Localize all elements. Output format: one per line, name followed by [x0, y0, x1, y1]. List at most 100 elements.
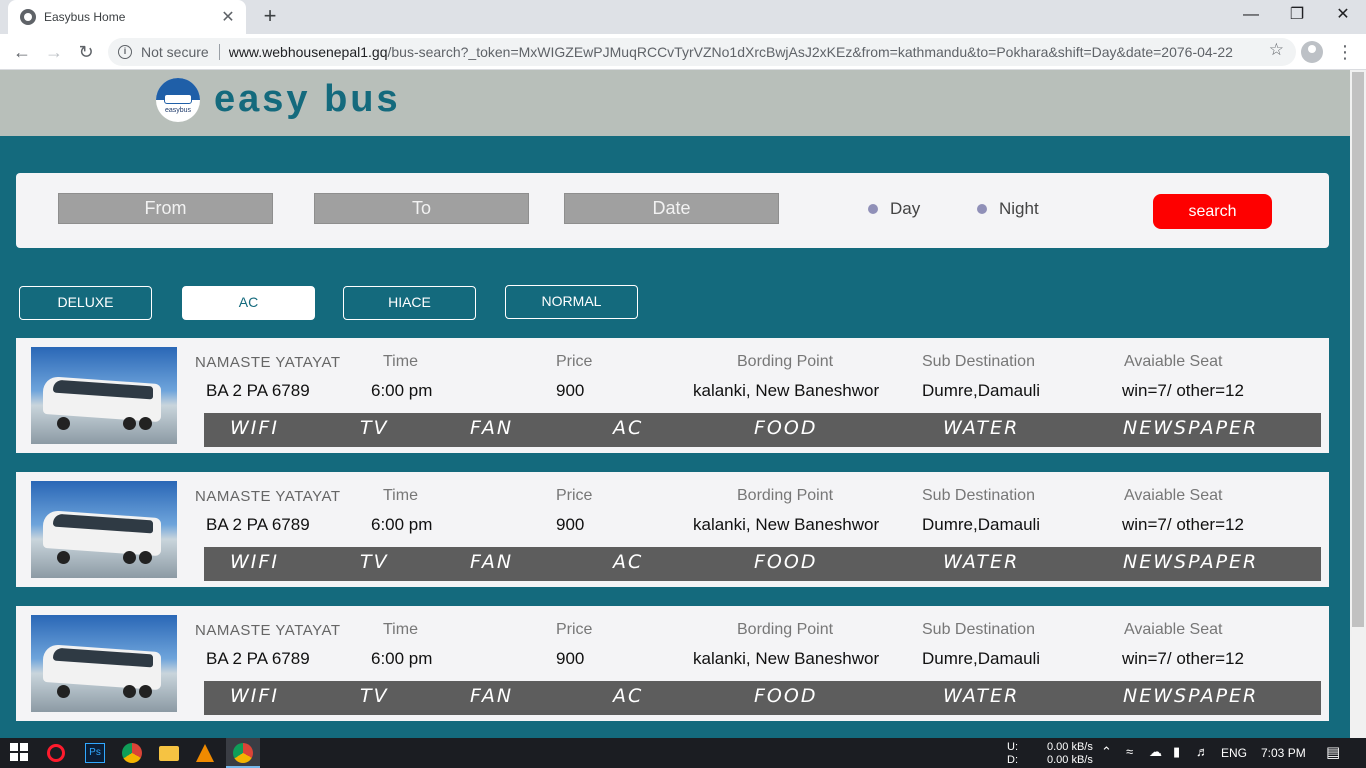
night-radio-dot[interactable] — [977, 204, 987, 214]
day-radio-dot[interactable] — [868, 204, 878, 214]
search-button[interactable]: search — [1153, 194, 1272, 229]
vlc-icon[interactable] — [196, 744, 214, 762]
amenity-food: FOOD — [754, 551, 818, 573]
page-scrollbar[interactable] — [1350, 70, 1366, 738]
logo-bus-icon — [164, 94, 192, 104]
restore-button[interactable]: ❐ — [1274, 0, 1320, 32]
back-arrow-icon[interactable]: ← — [10, 40, 34, 64]
browser-toolbar: ← → ↻ i Not secure www.webhousenepal1.gq… — [0, 34, 1366, 70]
day-radio[interactable]: Day — [868, 199, 920, 219]
brand-name[interactable]: easy bus — [214, 78, 401, 121]
easybus-logo[interactable]: easybus — [156, 78, 200, 122]
bus-wheel — [57, 417, 70, 430]
opera-icon[interactable] — [47, 744, 65, 762]
amenity-ac: AC — [613, 685, 644, 707]
chrome-active-icon — [233, 743, 253, 763]
amenity-tv: TV — [360, 417, 389, 439]
departure-time: 6:00 pm — [371, 649, 433, 668]
sub-destination-header: Sub Destination — [922, 353, 1035, 370]
address-bar[interactable]: i Not secure www.webhousenepal1.gq/bus-s… — [108, 38, 1296, 66]
bus-photo[interactable] — [31, 481, 177, 578]
departure-time: 6:00 pm — [371, 515, 433, 534]
seats-header: Avaiable Seat — [1124, 353, 1223, 370]
night-radio[interactable]: Night — [977, 199, 1039, 219]
wifi-icon[interactable]: ≈ — [1126, 744, 1133, 759]
onedrive-icon[interactable]: ☁ — [1149, 744, 1162, 760]
bus-wheel — [57, 685, 70, 698]
bus-photo[interactable] — [31, 347, 177, 444]
filter-deluxe-button[interactable]: DELUXE — [19, 286, 152, 320]
profile-avatar-icon[interactable] — [1301, 41, 1323, 63]
chrome-active-window[interactable] — [226, 738, 260, 768]
bus-result-card[interactable]: NAMASTE YATAYAT Time Price Bording Point Sub… — [16, 472, 1329, 587]
windows-start-icon[interactable] — [10, 743, 30, 763]
security-label: Not secure — [141, 44, 209, 60]
new-tab-button[interactable]: + — [258, 4, 282, 28]
tab-easybus-home[interactable]: Easybus Home ✕ — [8, 0, 246, 34]
bus-operator: NAMASTE YATAYAT — [195, 488, 341, 505]
filter-ac-button[interactable]: AC — [182, 286, 315, 320]
boarding-header: Bording Point — [737, 353, 834, 370]
price-header: Price — [556, 487, 593, 504]
action-center-icon[interactable]: ▤ — [1326, 743, 1340, 761]
filter-normal-button[interactable]: NORMAL — [505, 285, 638, 319]
battery-icon[interactable]: ▮ — [1173, 744, 1180, 760]
language-indicator[interactable]: ENG — [1221, 746, 1247, 760]
tab-title: Easybus Home — [44, 10, 126, 24]
seats-header: Avaiable Seat — [1124, 621, 1223, 638]
bus-result-card[interactable]: NAMASTE YATAYAT Time Price Bording Point Sub… — [16, 338, 1329, 453]
system-clock[interactable]: 7:03 PM — [1261, 746, 1306, 760]
seats-header: Avaiable Seat — [1124, 487, 1223, 504]
bus-wheel — [139, 685, 152, 698]
close-window-button[interactable]: ✕ — [1320, 0, 1366, 32]
download-speed: 0.00 kB/s — [1047, 754, 1093, 766]
bookmark-star-icon[interactable]: ☆ — [1269, 40, 1284, 60]
kebab-menu-icon[interactable]: ⋮ — [1336, 41, 1354, 63]
filter-hiace-button[interactable]: HIACE — [343, 286, 476, 320]
photoshop-icon[interactable]: Ps — [85, 743, 105, 763]
scrollbar-thumb[interactable] — [1352, 72, 1364, 627]
bus-photo[interactable] — [31, 615, 177, 712]
page-viewport: easybus easy bus From To Date Day Night … — [0, 70, 1350, 738]
date-input[interactable]: Date — [564, 193, 779, 224]
amenity-ac: AC — [613, 551, 644, 573]
amenity-food: FOOD — [754, 417, 818, 439]
time-header: Time — [383, 353, 418, 370]
boarding-header: Bording Point — [737, 621, 834, 638]
day-label: Day — [890, 199, 921, 218]
url-path: /bus-search?_token=MxWIGZEwPJMuqRCCvTyrV… — [387, 44, 1233, 60]
bus-wheel — [139, 551, 152, 564]
tab-close-icon[interactable]: ✕ — [220, 7, 236, 27]
ticket-price: 900 — [556, 381, 585, 400]
amenity-newspaper: NEWSPAPER — [1123, 685, 1259, 707]
amenity-fan: FAN — [470, 551, 514, 573]
upload-speed: 0.00 kB/s — [1047, 741, 1093, 753]
chrome-icon[interactable] — [122, 743, 142, 763]
boarding-header: Bording Point — [737, 487, 834, 504]
bus-wheel — [123, 417, 136, 430]
bus-operator: NAMASTE YATAYAT — [195, 622, 341, 639]
price-header: Price — [556, 353, 593, 370]
time-header: Time — [383, 621, 418, 638]
sub-destination: Dumre,Damauli — [922, 649, 1041, 668]
info-icon[interactable]: i — [118, 45, 132, 59]
url-text[interactable]: www.webhousenepal1.gq/bus-search?_token=… — [229, 44, 1233, 60]
file-explorer-icon[interactable] — [159, 746, 179, 761]
tray-chevron-up-icon[interactable]: ⌃ — [1101, 744, 1112, 760]
from-input[interactable]: From — [58, 193, 273, 224]
to-input[interactable]: To — [314, 193, 529, 224]
download-label: D: — [1007, 754, 1018, 766]
amenity-water: WATER — [943, 551, 1020, 573]
boarding-point: kalanki, New Baneshwor — [693, 381, 880, 400]
bus-result-card[interactable]: NAMASTE YATAYAT Time Price Bording Point Sub… — [16, 606, 1329, 721]
volume-icon[interactable]: ♬ — [1196, 744, 1209, 759]
minimize-button[interactable]: — — [1228, 0, 1274, 32]
forward-arrow-icon[interactable]: → — [42, 40, 66, 64]
bus-wheel — [139, 417, 152, 430]
bus-number: BA 2 PA 6789 — [206, 515, 310, 534]
bus-number: BA 2 PA 6789 — [206, 381, 310, 400]
amenities-bar: WIFI TV FAN AC FOOD WATER NEWSPAPER — [204, 413, 1321, 447]
reload-icon[interactable]: ↻ — [74, 40, 98, 64]
amenity-wifi: WIFI — [230, 551, 279, 573]
bus-wheel — [123, 551, 136, 564]
